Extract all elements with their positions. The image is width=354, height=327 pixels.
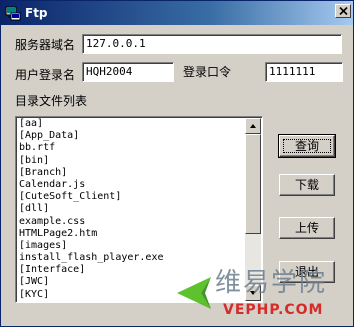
close-button[interactable] <box>335 4 351 18</box>
ftp-app-icon <box>5 5 21 21</box>
download-button-label: 下载 <box>294 178 319 192</box>
scroll-thumb[interactable] <box>245 134 261 234</box>
list-item[interactable]: install_flash_player.exe <box>19 252 247 264</box>
user-input[interactable]: HQH2004 <box>82 62 174 82</box>
list-item[interactable]: [App_Data] <box>19 130 247 142</box>
window-title: Ftp <box>25 6 48 20</box>
list-item[interactable]: [Branch] <box>19 167 247 179</box>
server-label: 服务器域名 <box>15 38 76 52</box>
watermark-text-en: VEPHP.COM <box>223 302 324 318</box>
upload-button[interactable]: 上传 <box>279 217 335 239</box>
title-bar[interactable]: Ftp <box>1 1 353 25</box>
scroll-up-button[interactable] <box>245 118 261 134</box>
list-item[interactable]: [images] <box>19 240 247 252</box>
ftp-window: Ftp 服务器域名 127.0.0.1 用户登录名 HQH2004 登录口令 1… <box>0 0 354 327</box>
site-watermark: 维易学院 VEPHP.COM <box>171 267 351 325</box>
list-item[interactable]: example.css <box>19 216 247 228</box>
server-input[interactable]: 127.0.0.1 <box>82 34 342 54</box>
list-item[interactable]: [bin] <box>19 155 247 167</box>
upload-button-label: 上传 <box>294 221 319 235</box>
list-item[interactable]: [aa] <box>19 118 247 130</box>
list-item[interactable]: [dll] <box>19 203 247 215</box>
watermark-text-cn: 维易学院 <box>215 268 328 298</box>
password-input[interactable]: 1111111 <box>265 62 343 82</box>
dir-list-label: 目录文件列表 <box>15 94 88 108</box>
user-label: 用户登录名 <box>15 68 76 82</box>
list-item[interactable]: HTMLPage2.htm <box>19 228 247 240</box>
list-item[interactable]: [CuteSoft_Client] <box>19 191 247 203</box>
list-item[interactable]: bb.rtf <box>19 142 247 154</box>
scroll-up-arrow-icon <box>250 124 256 128</box>
query-button[interactable]: 查询 <box>278 134 336 158</box>
download-button[interactable]: 下载 <box>279 174 335 196</box>
password-label: 登录口令 <box>183 65 232 79</box>
query-button-label: 查询 <box>294 139 319 153</box>
list-item[interactable]: Calendar.js <box>19 179 247 191</box>
watermark-logo-icon <box>177 277 211 309</box>
close-icon <box>339 7 348 15</box>
